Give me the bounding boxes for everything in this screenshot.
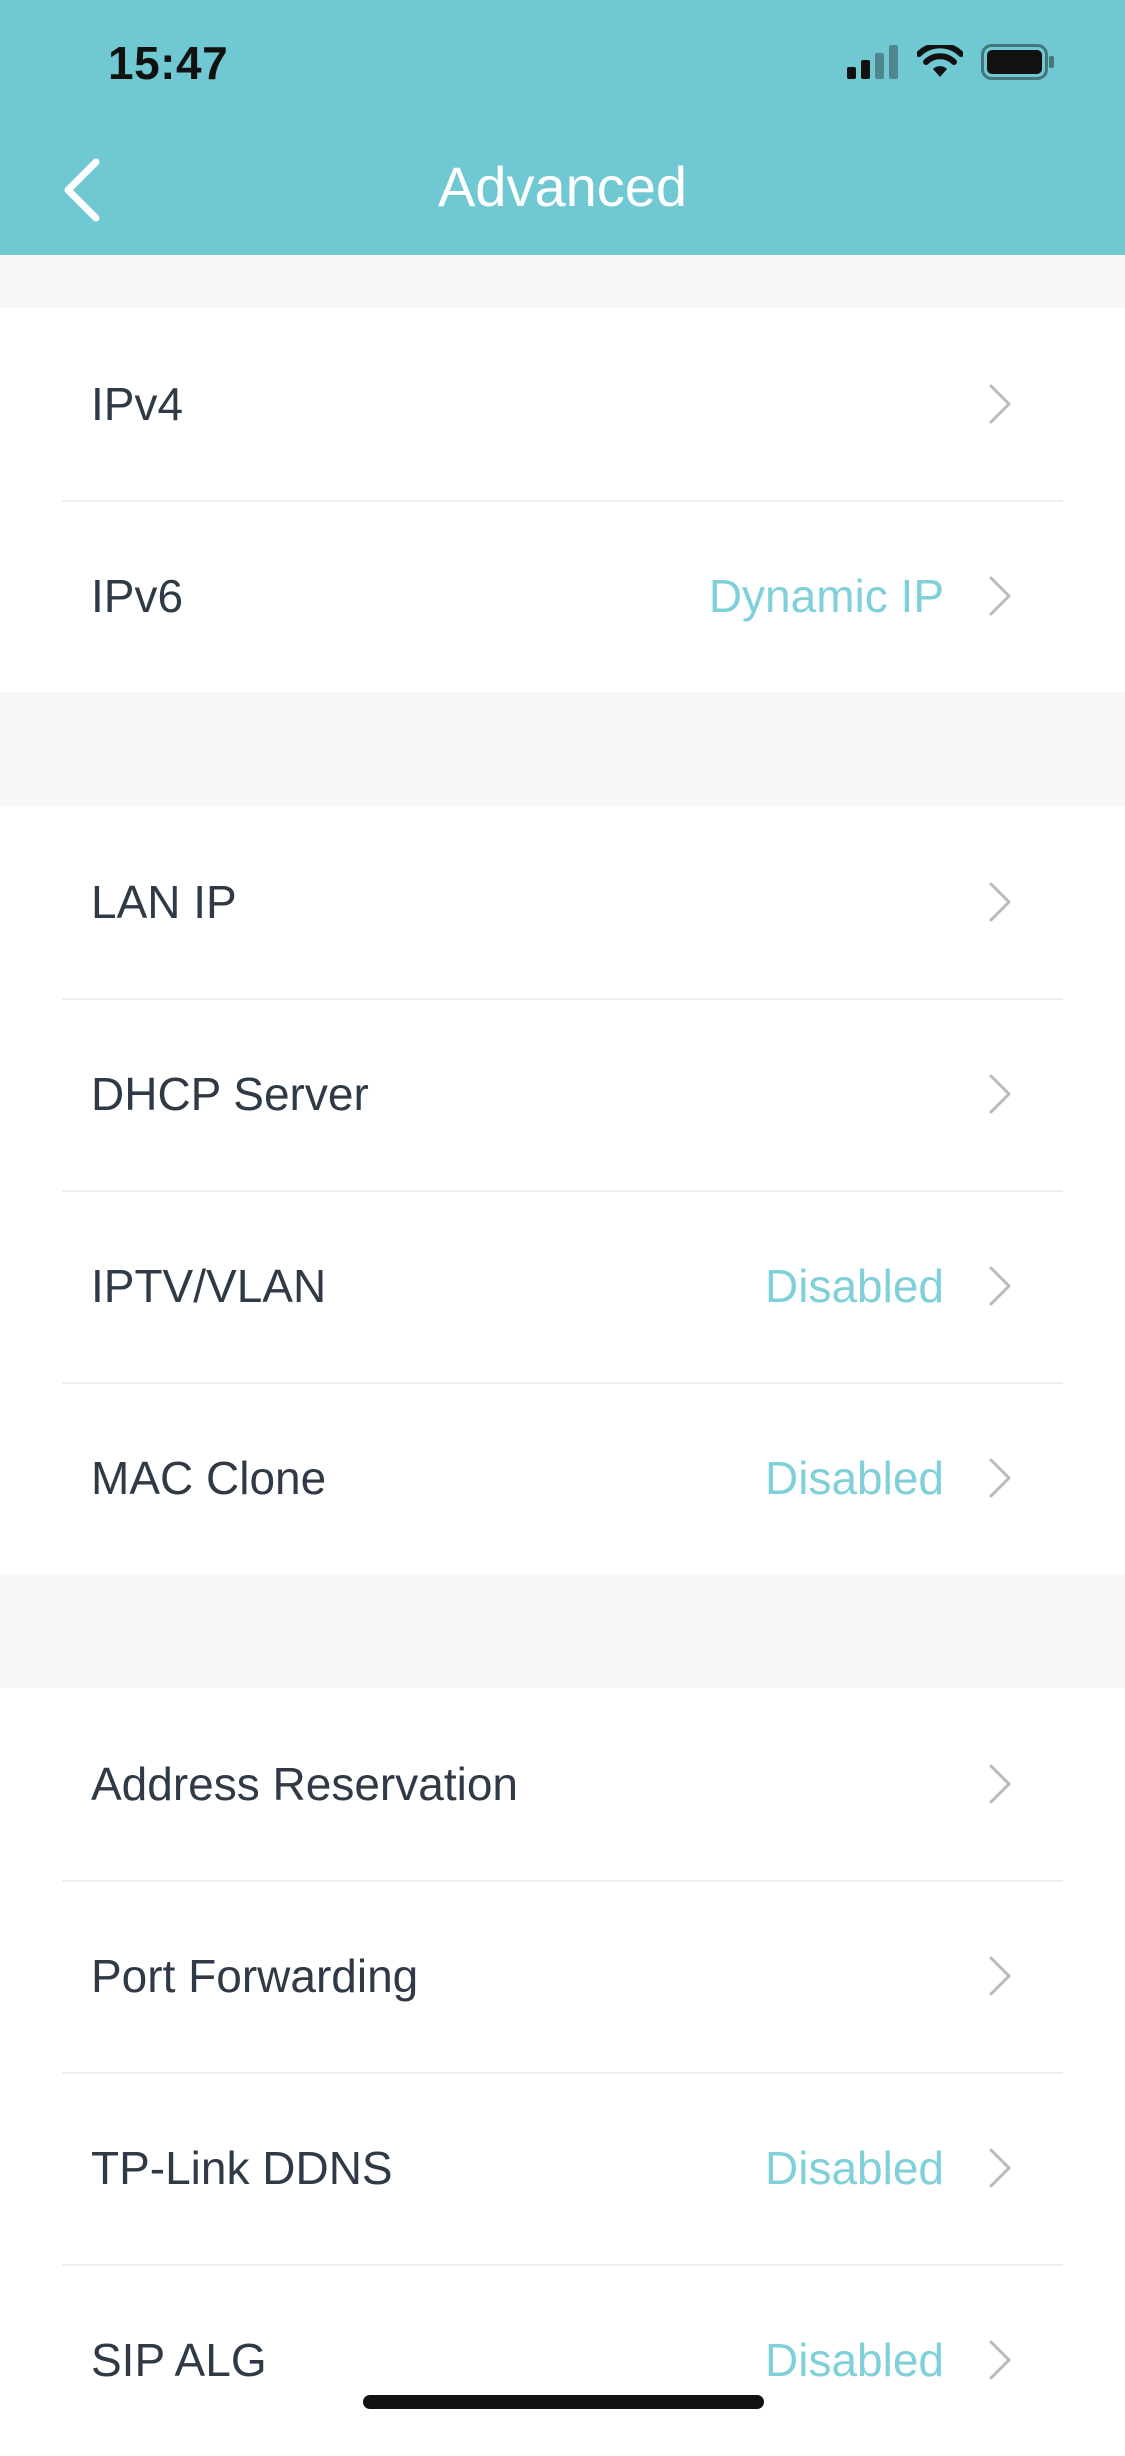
row-ipv4[interactable]: IPv4 bbox=[0, 308, 1125, 500]
row-value: Disabled bbox=[765, 1452, 944, 1504]
row-sip-alg[interactable]: SIP ALG Disabled bbox=[0, 2264, 1125, 2456]
row-label: MAC Clone bbox=[91, 1452, 327, 1504]
status-icons bbox=[847, 44, 1055, 80]
chevron-right-icon bbox=[987, 382, 1013, 426]
row-value: Disabled bbox=[765, 2142, 944, 2194]
chevron-right-icon bbox=[987, 2146, 1013, 2190]
chevron-right-icon bbox=[987, 1954, 1013, 1998]
row-value: Disabled bbox=[765, 1260, 944, 1312]
settings-list: IPv4 IPv6 Dynamic IP LAN IP DHCP Server bbox=[0, 255, 1125, 2456]
row-dhcp-server[interactable]: DHCP Server bbox=[0, 998, 1125, 1190]
row-value: Disabled bbox=[765, 2334, 944, 2386]
row-label: IPv6 bbox=[91, 570, 184, 622]
chevron-right-icon bbox=[987, 1264, 1013, 1308]
row-tp-link-ddns[interactable]: TP-Link DDNS Disabled bbox=[0, 2072, 1125, 2264]
settings-group-lan: LAN IP DHCP Server IPTV/VLAN Disabled MA… bbox=[0, 806, 1125, 1574]
settings-group-nat: Address Reservation Port Forwarding TP-L… bbox=[0, 1688, 1125, 2456]
row-label: DHCP Server bbox=[91, 1068, 369, 1120]
chevron-right-icon bbox=[987, 574, 1013, 618]
chevron-right-icon bbox=[987, 880, 1013, 924]
chevron-right-icon bbox=[987, 2338, 1013, 2382]
row-label: IPv4 bbox=[91, 378, 184, 430]
row-label: SIP ALG bbox=[91, 2334, 267, 2386]
row-label: LAN IP bbox=[91, 876, 237, 928]
row-port-forwarding[interactable]: Port Forwarding bbox=[0, 1880, 1125, 2072]
page-title: Advanced bbox=[437, 155, 688, 218]
settings-group-wan: IPv4 IPv6 Dynamic IP bbox=[0, 308, 1125, 692]
row-lan-ip[interactable]: LAN IP bbox=[0, 806, 1125, 998]
row-iptv-vlan[interactable]: IPTV/VLAN Disabled bbox=[0, 1190, 1125, 1382]
cellular-signal-icon bbox=[847, 45, 898, 79]
row-ipv6[interactable]: IPv6 Dynamic IP bbox=[0, 500, 1125, 692]
status-time: 15:47 bbox=[108, 37, 229, 89]
row-label: Port Forwarding bbox=[91, 1950, 419, 2002]
row-address-reservation[interactable]: Address Reservation bbox=[0, 1688, 1125, 1880]
app-header: 15:47 Advanced bbox=[0, 0, 1125, 255]
row-label: Address Reservation bbox=[91, 1758, 518, 1810]
wifi-icon bbox=[917, 45, 963, 77]
battery-icon bbox=[981, 44, 1054, 80]
row-label: IPTV/VLAN bbox=[91, 1260, 327, 1312]
row-value: Dynamic IP bbox=[708, 570, 944, 622]
row-label: TP-Link DDNS bbox=[91, 2142, 393, 2194]
home-indicator[interactable] bbox=[363, 2395, 764, 2409]
chevron-right-icon bbox=[987, 1072, 1013, 1116]
chevron-right-icon bbox=[987, 1456, 1013, 1500]
chevron-right-icon bbox=[987, 1762, 1013, 1806]
row-mac-clone[interactable]: MAC Clone Disabled bbox=[0, 1382, 1125, 1574]
